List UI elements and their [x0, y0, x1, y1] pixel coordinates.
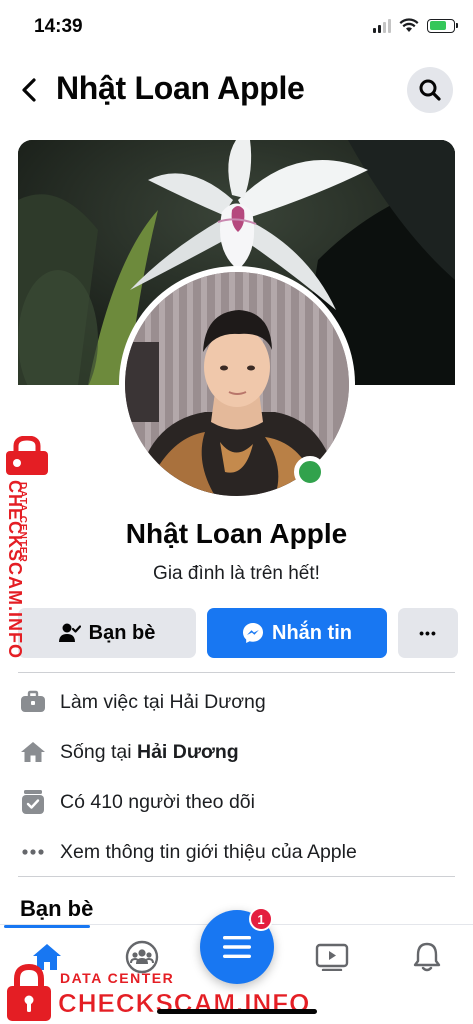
- watermark-bottom: DATA CENTER CHECKSCAM.INFO: [0, 960, 310, 1024]
- message-button-label: Nhắn tin: [272, 621, 352, 644]
- followers-icon: [18, 787, 48, 817]
- home-info-icon: [18, 737, 48, 767]
- briefcase-icon: [18, 687, 48, 717]
- info-lives-text: Sống tại Hải Dương: [60, 741, 239, 764]
- messenger-icon: [243, 623, 263, 643]
- status-icons: [373, 18, 458, 33]
- online-status-indicator: [294, 456, 326, 488]
- more-options-button[interactable]: •••: [398, 608, 458, 658]
- watermark-side-main: CHECKSCAM.INFO: [5, 480, 25, 659]
- wifi-icon: [399, 18, 419, 32]
- friend-check-icon: [58, 623, 81, 642]
- info-lives-prefix: Sống tại: [60, 740, 137, 763]
- menu-icon: [223, 936, 251, 958]
- cellular-signal-icon: [373, 18, 391, 33]
- tab-watch[interactable]: [302, 937, 362, 977]
- info-about-text: Xem thông tin giới thiệu của Apple: [60, 840, 357, 863]
- page-title: Nhật Loan Apple: [56, 70, 305, 106]
- status-time: 14:39: [34, 16, 83, 37]
- more-options-label: •••: [419, 625, 437, 641]
- info-about-link[interactable]: Xem thông tin giới thiệu của Apple: [18, 832, 455, 872]
- friends-section-title: Bạn bè: [20, 896, 94, 921]
- profile-header: Nhật Loan Apple: [0, 60, 473, 120]
- home-indicator: [157, 1009, 317, 1014]
- info-followers-text: Có 410 người theo dõi: [60, 790, 255, 813]
- tab-notifications[interactable]: [397, 937, 457, 977]
- profile-actions: Bạn bè Nhắn tin •••: [0, 608, 473, 658]
- info-lives[interactable]: Sống tại Hải Dương: [18, 732, 455, 772]
- watermark-bottom-main: CHECKSCAM.INFO: [58, 988, 311, 1019]
- active-tab-indicator: [4, 925, 90, 928]
- info-lives-place: Hải Dương: [136, 740, 239, 763]
- more-dots-icon: [18, 837, 48, 867]
- watch-video-icon: [315, 943, 349, 971]
- lock-icon: [6, 436, 48, 475]
- battery-icon: [427, 18, 458, 33]
- info-followers[interactable]: Có 410 người theo dõi: [18, 782, 455, 822]
- chevron-left-icon: [22, 78, 36, 102]
- lock-icon: [7, 964, 51, 1021]
- friends-button-label: Bạn bè: [88, 621, 156, 644]
- search-button[interactable]: [407, 67, 453, 113]
- profile-bio: Gia đình là trên hết!: [153, 563, 320, 584]
- menu-notification-badge: 1: [249, 907, 273, 931]
- divider: [18, 672, 455, 673]
- info-work[interactable]: Làm việc tại Hải Dương: [18, 682, 455, 722]
- info-work-text: Làm việc tại Hải Dương: [60, 690, 266, 713]
- divider: [18, 876, 455, 877]
- profile-name: Nhật Loan Apple: [125, 518, 348, 549]
- watermark-bottom-sub: DATA CENTER: [60, 970, 175, 986]
- bell-icon: [413, 942, 441, 972]
- message-button[interactable]: Nhắn tin: [207, 608, 387, 658]
- friends-button[interactable]: Bạn bè: [18, 608, 196, 658]
- back-button[interactable]: [16, 74, 42, 106]
- status-bar: 14:39: [0, 0, 473, 50]
- search-icon: [419, 79, 441, 101]
